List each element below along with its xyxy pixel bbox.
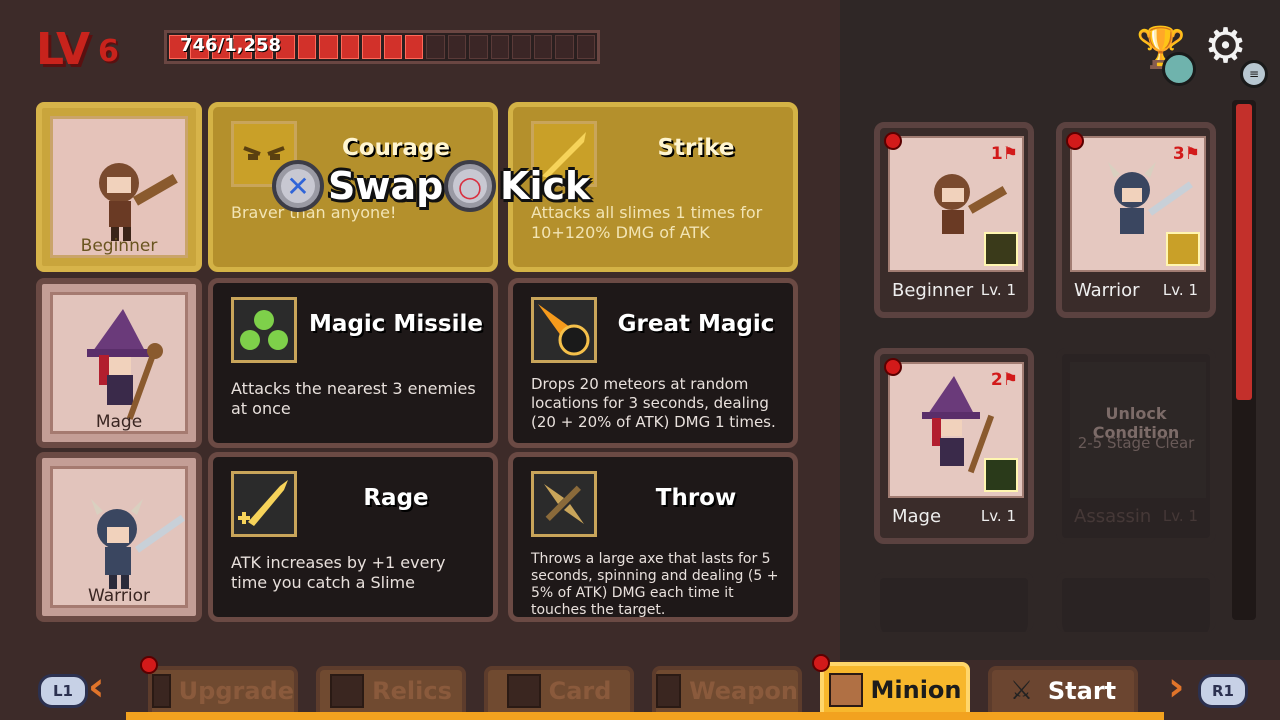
skill-desc: Drops 20 meteors at random locations for… [531, 375, 776, 431]
portrait-name: Warrior [88, 586, 150, 606]
xp-segment [297, 35, 317, 59]
portrait-name: Beginner [80, 236, 158, 256]
exclamation-icon [152, 674, 171, 708]
minion-level: Lv. 1 [980, 507, 1016, 525]
minion-face-icon [828, 673, 863, 707]
xp-segment [340, 35, 360, 59]
minion-name: Mage [892, 505, 942, 527]
xp-segment [383, 35, 402, 59]
minion-card-beginner[interactable]: 1⚑ Beginner Lv. 1 [874, 122, 1034, 318]
skill-title: Throw [655, 485, 737, 511]
achievement-badge-icon [1162, 52, 1196, 86]
level-label: LV [36, 24, 90, 75]
minion-level: Lv. 1 [1162, 281, 1198, 299]
rank-badge: 1⚑ [990, 144, 1018, 164]
portrait-name: Mage [95, 412, 143, 432]
rank-badge: 2⚑ [990, 370, 1018, 390]
skill-card-throw[interactable]: Throw Throws a large axe that lasts for … [508, 452, 798, 622]
slime-skill-icon [984, 458, 1018, 492]
new-alert-dot [884, 358, 902, 376]
xp-segment [512, 35, 531, 59]
skill-title: Great Magic [617, 311, 775, 337]
xp-segment [469, 35, 488, 59]
kick-prompt[interactable]: ○ Kick [444, 156, 590, 216]
r1-button[interactable]: R1 [1198, 674, 1248, 708]
xp-segment [362, 35, 381, 59]
new-alert-dot [884, 132, 902, 150]
minion-card-mage[interactable]: 2⚑ Mage Lv. 1 [874, 348, 1034, 544]
skill-card-great-magic[interactable]: Great Magic Drops 20 meteors at random l… [508, 278, 798, 448]
portrait-beginner[interactable]: Beginner [36, 102, 202, 272]
new-alert-dot [140, 656, 158, 674]
xp-segment [447, 35, 467, 59]
xp-segment [404, 35, 424, 59]
skill-title: Rage [363, 485, 429, 511]
xp-segment [533, 35, 553, 59]
axe-icon [531, 471, 597, 537]
new-alert-dot [812, 654, 830, 672]
unlock-condition-text: 2-5 Stage Clear [1077, 434, 1195, 452]
skill-desc: Attacks the nearest 3 enemies at once [231, 379, 476, 418]
tab-underline [126, 712, 1164, 720]
skill-row-warrior[interactable]: Warrior Rage ATK increases by +1 every t… [36, 452, 806, 622]
minion-card-partial[interactable] [1056, 572, 1216, 632]
minion-scrollbar-thumb[interactable] [1236, 104, 1252, 400]
rank-badge: 3⚑ [1172, 144, 1200, 164]
circle-button-icon: ○ [444, 160, 496, 212]
skill-card-rage[interactable]: Rage ATK increases by +1 every time you … [208, 452, 498, 622]
minion-level: Lv. 1 [980, 281, 1016, 299]
kick-label: Kick [500, 164, 591, 208]
tab-weapon[interactable]: Weapon [652, 666, 802, 716]
tab-relics[interactable]: Relics [316, 666, 466, 716]
minion-name: Assassin [1074, 505, 1152, 527]
crossed-swords-icon: ⚔ [1009, 676, 1034, 706]
minion-name: Warrior [1074, 279, 1140, 301]
swap-prompt[interactable]: ✕ Swap [272, 156, 443, 216]
new-alert-dot [1066, 132, 1084, 150]
sword-plus-icon [231, 471, 297, 537]
minion-card-warrior[interactable]: 3⚑ Warrior Lv. 1 [1056, 122, 1216, 318]
l1-button[interactable]: L1 [38, 674, 88, 708]
portrait-mage[interactable]: Mage [36, 278, 202, 448]
card-icon [506, 674, 541, 708]
xp-segment [576, 35, 596, 59]
level-value: 6 [98, 34, 119, 69]
minion-name: Beginner [892, 279, 974, 301]
xp-segment [426, 35, 445, 59]
skill-title: Magic Missile [309, 311, 483, 337]
chevron-right-icon[interactable]: › [1168, 664, 1184, 710]
xp-segment [490, 35, 510, 59]
skill-title: Strike [657, 135, 735, 161]
tab-start[interactable]: ⚔ Start [988, 666, 1138, 716]
diamond-icon [330, 674, 365, 708]
skill-desc: Throws a large axe that lasts for 5 seco… [531, 551, 779, 618]
anvil-icon [656, 674, 682, 708]
skill-row-mage[interactable]: Mage Magic Missile Attacks the nearest 3… [36, 278, 806, 448]
swap-label: Swap [328, 164, 444, 208]
minion-card-assassin-locked[interactable]: Unlock Condition 2-5 Stage Clear Assassi… [1056, 348, 1216, 544]
slime-trio-icon [231, 297, 297, 363]
skill-desc: ATK increases by +1 every time you catch… [231, 553, 446, 592]
gear-icon[interactable]: ⚙ [1204, 22, 1247, 70]
tab-card[interactable]: Card [484, 666, 634, 716]
tab-upgrade[interactable]: Upgrade [148, 666, 298, 716]
xp-segment [319, 35, 338, 59]
courage-skill-icon [984, 232, 1018, 266]
minion-card-partial[interactable] [874, 572, 1034, 632]
tab-minion[interactable]: Minion [820, 662, 970, 718]
xp-text: 746/1,258 [180, 35, 282, 56]
minion-level: Lv. 1 [1162, 507, 1198, 525]
portrait-warrior[interactable]: Warrior [36, 452, 202, 622]
skill-card-magic-missile[interactable]: Magic Missile Attacks the nearest 3 enem… [208, 278, 498, 448]
cross-button-icon: ✕ [272, 160, 324, 212]
menu-badge-icon: ≡ [1240, 60, 1268, 88]
chevron-left-icon[interactable]: ‹ [88, 664, 104, 710]
xp-segment [555, 35, 574, 59]
sword-plus-skill-icon [1166, 232, 1200, 266]
meteor-icon [531, 297, 597, 363]
